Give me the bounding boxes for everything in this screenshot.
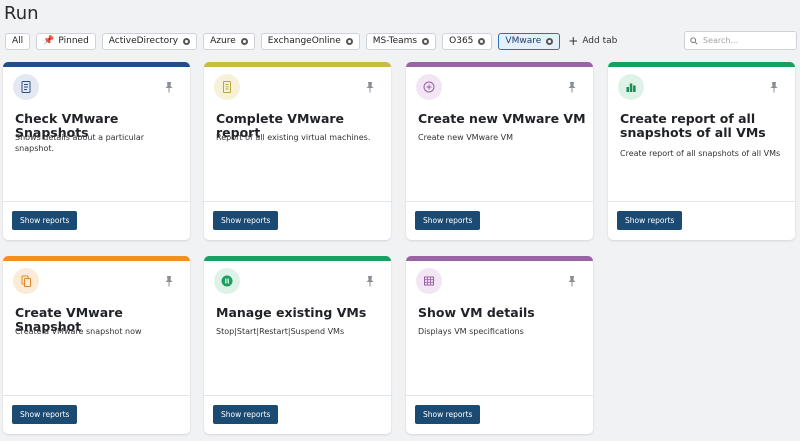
pin-icon[interactable] [164, 275, 174, 287]
show-reports-button[interactable]: Show reports [617, 211, 683, 230]
pin-icon[interactable] [769, 81, 779, 93]
close-tab-icon[interactable] [240, 37, 248, 45]
card-description: Create a VMware snapshot now [15, 327, 142, 336]
card-title: Manage existing VMs [216, 305, 367, 320]
search-box [684, 31, 797, 50]
card-description: Create new VMware VM [418, 133, 513, 142]
close-tab-icon[interactable] [546, 37, 554, 45]
card-description: Stop|Start|Restart|Suspend VMs [216, 327, 345, 336]
card-description: Report of all existing virtual machines. [216, 133, 371, 142]
card-accent-bar [406, 62, 593, 67]
task-card[interactable]: Manage existing VMs Stop|Start|Restart|S… [204, 256, 391, 434]
tab-all[interactable]: All [5, 32, 31, 50]
card-icon-circle [214, 74, 240, 100]
show-reports-button[interactable]: Show reports [12, 405, 78, 424]
card-divider [406, 201, 593, 202]
tab-label: MS-Teams [372, 36, 418, 46]
report-list-icon [21, 81, 31, 93]
card-description: Shows details about a particular snapsho… [15, 133, 145, 153]
show-reports-button[interactable]: Show reports [415, 405, 481, 424]
tab-label: All [12, 36, 24, 46]
card-description: Displays VM specifications [418, 327, 524, 336]
pin-icon[interactable] [365, 275, 375, 287]
card-accent-bar [608, 62, 795, 67]
card-divider [204, 201, 391, 202]
card-accent-bar [204, 62, 391, 67]
card-accent-bar [406, 256, 593, 261]
tab-pinned[interactable]: 📌 Pinned [36, 32, 96, 50]
tab-label: O365 [449, 36, 474, 46]
card-icon-circle [416, 268, 442, 294]
tab-ms-teams[interactable]: MS-Teams [365, 32, 437, 50]
card-icon-circle [214, 268, 240, 294]
card-title: Create new VMware VM [418, 111, 586, 126]
tab-label: Pinned [58, 36, 89, 46]
tab-label: VMware [505, 36, 542, 46]
tab-label: ExchangeOnline [267, 36, 341, 46]
task-card[interactable]: Check VMware Snapshots Shows details abo… [3, 62, 190, 240]
card-description: Create report of all snapshots of all VM… [620, 149, 781, 158]
card-icon-circle [618, 74, 644, 100]
table-icon [424, 276, 434, 286]
tab-exchangeonline[interactable]: ExchangeOnline [260, 32, 360, 50]
close-tab-icon[interactable] [183, 37, 191, 45]
card-divider [3, 395, 190, 396]
search-icon [690, 36, 698, 45]
search-input[interactable] [703, 36, 793, 45]
task-card[interactable]: Create VMware Snapshot Create a VMware s… [3, 256, 190, 434]
card-divider [3, 201, 190, 202]
close-tab-icon[interactable] [478, 37, 486, 45]
plus-icon: + [568, 34, 579, 48]
tab-bar: All 📌 Pinned ActiveDirectory Azure Exchan… [5, 32, 617, 50]
show-reports-button[interactable]: Show reports [415, 211, 481, 230]
pin-icon[interactable] [365, 81, 375, 93]
card-divider [608, 201, 795, 202]
show-reports-button[interactable]: Show reports [213, 211, 279, 230]
pin-icon[interactable] [567, 81, 577, 93]
tab-azure[interactable]: Azure [203, 32, 255, 50]
add-tab-label: Add tab [582, 36, 618, 46]
bar-chart-icon [626, 83, 636, 92]
pin-icon[interactable] [567, 275, 577, 287]
card-icon-circle [416, 74, 442, 100]
card-icon-circle [13, 74, 39, 100]
card-title: Create report of all snapshots of all VM… [620, 111, 766, 140]
card-divider [406, 395, 593, 396]
add-tab-button[interactable]: + Add tab [568, 35, 617, 47]
close-tab-icon[interactable] [345, 37, 353, 45]
task-card[interactable]: Show VM details Displays VM specificatio… [406, 256, 593, 434]
pin-icon: 📌 [43, 36, 55, 46]
card-accent-bar [3, 256, 190, 261]
task-card[interactable]: Complete VMware report Report of all exi… [204, 62, 391, 240]
close-tab-icon[interactable] [422, 37, 430, 45]
tab-activedirectory[interactable]: ActiveDirectory [101, 32, 198, 50]
tab-o365[interactable]: O365 [442, 32, 493, 50]
pin-icon[interactable] [164, 81, 174, 93]
show-reports-button[interactable]: Show reports [12, 211, 78, 230]
task-card[interactable]: Create new VMware VM Create new VMware V… [406, 62, 593, 240]
card-title: Show VM details [418, 305, 535, 320]
plus-circle-icon [423, 81, 435, 93]
card-icon-circle [13, 268, 39, 294]
copy-icon [21, 275, 31, 287]
pause-icon [221, 275, 233, 287]
show-reports-button[interactable]: Show reports [213, 405, 279, 424]
card-accent-bar [3, 62, 190, 67]
card-divider [204, 395, 391, 396]
card-accent-bar [204, 256, 391, 261]
task-card[interactable]: Create report of all snapshots of all VM… [608, 62, 795, 240]
page-title: Run [4, 3, 39, 24]
tab-label: ActiveDirectory [108, 36, 179, 46]
document-icon [223, 81, 231, 93]
tab-vmware[interactable]: VMware [498, 32, 561, 50]
tab-label: Azure [210, 36, 236, 46]
